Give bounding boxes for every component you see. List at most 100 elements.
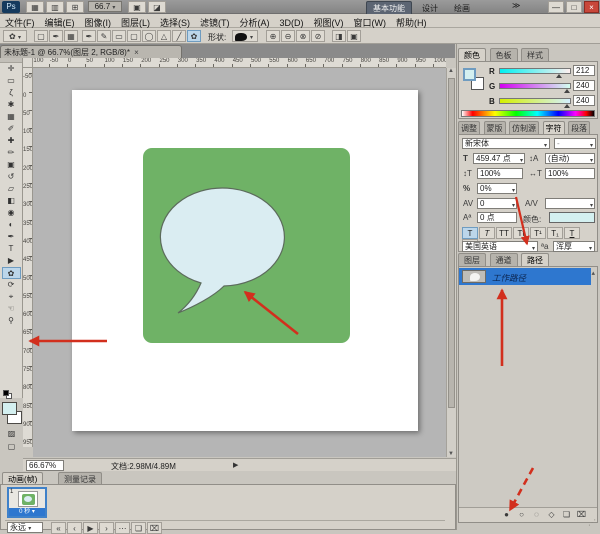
zoom-level-control[interactable]: 66.7 ▾	[88, 1, 122, 12]
ellipse-option[interactable]: ◯	[142, 30, 156, 42]
loop-options-select[interactable]: 永远 ▾	[7, 522, 43, 533]
font-family-select[interactable]: 新宋体 ▾	[462, 138, 550, 149]
gradient-tool[interactable]: ◧	[2, 195, 21, 207]
paths-mode[interactable]: ✒	[49, 30, 63, 42]
vertical-scrollbar[interactable]: ▲ ▼	[446, 68, 456, 457]
panel-foreground-swatch[interactable]	[463, 68, 476, 81]
scroll-up-icon[interactable]: ▲	[448, 68, 454, 74]
pen-tool[interactable]: ✒	[2, 231, 21, 243]
screen-mode-icon[interactable]: ◪	[148, 1, 166, 13]
3d-rotate-tool[interactable]: ⟳	[2, 279, 21, 291]
move-tool[interactable]: ✛	[2, 63, 21, 75]
tab-paths[interactable]: 路径	[521, 253, 549, 267]
tool-preset-picker[interactable]: ✿ ▾	[3, 30, 27, 42]
next-frame-button[interactable]: ›	[99, 522, 114, 534]
style-picker[interactable]: ◨	[332, 30, 346, 42]
crop-tool[interactable]: ▦	[2, 111, 21, 123]
channel-g-value[interactable]: 240	[573, 80, 595, 91]
marquee-tool[interactable]: ▭	[2, 75, 21, 87]
tab-color[interactable]: 颜色	[458, 48, 486, 62]
tween-button[interactable]: ⋯	[115, 522, 130, 534]
kerning-select[interactable]: ▾	[545, 198, 595, 209]
channel-b-thumb[interactable]	[564, 104, 570, 108]
restore-button[interactable]: □	[566, 1, 582, 13]
document-tab[interactable]: 未标题-1 @ 66.7%(图层 2, RGB/8)* ×	[0, 45, 182, 58]
custom-shape-option[interactable]: ✿	[187, 30, 201, 42]
custom-shape-picker[interactable]: ▾	[232, 30, 258, 42]
tab-clone-source[interactable]: 仿制源	[509, 121, 539, 135]
zoom-tool[interactable]: ⚲	[2, 315, 21, 327]
tracking-select[interactable]: 0 ▾	[477, 198, 517, 209]
lasso-tool[interactable]: ζ	[2, 87, 21, 99]
freeform-pen-option[interactable]: ✎	[97, 30, 111, 42]
status-expand-icon[interactable]: ▶	[233, 461, 238, 469]
stroke-path-button[interactable]: ○	[514, 510, 529, 519]
tab-channels[interactable]: 通道	[490, 253, 518, 267]
blur-tool[interactable]: ◉	[2, 207, 21, 219]
language-select[interactable]: 美国英语 ▾	[462, 241, 538, 252]
text-color-swatch[interactable]	[549, 212, 595, 223]
channel-r-value[interactable]: 212	[573, 65, 595, 76]
color-swatch-option[interactable]: ▣	[347, 30, 361, 42]
text-style-button-0[interactable]: T	[462, 227, 478, 239]
default-colors-icon[interactable]	[3, 390, 12, 399]
text-style-button-3[interactable]: Tt	[513, 227, 529, 239]
text-style-button-1[interactable]: T	[479, 227, 495, 239]
text-style-button-4[interactable]: T¹	[530, 227, 546, 239]
text-style-button-5[interactable]: T₁	[547, 227, 563, 239]
rounded-rectangle-option[interactable]: ▢	[127, 30, 141, 42]
type-tool[interactable]: T	[2, 243, 21, 255]
tab-styles[interactable]: 样式	[521, 48, 549, 62]
duplicate-frame-button[interactable]: ❏	[131, 522, 146, 534]
shape-tool[interactable]: ✿	[2, 267, 21, 279]
leading-select[interactable]: (自动) ▾	[545, 153, 595, 164]
tab-swatches[interactable]: 色板	[490, 48, 518, 62]
view-extras-icon[interactable]: ⊞	[66, 1, 84, 13]
channel-b-slider[interactable]	[499, 98, 571, 104]
text-style-button-6[interactable]: T	[564, 227, 580, 239]
new-path-button[interactable]: ❏	[559, 510, 574, 519]
font-style-select[interactable]: - ▾	[554, 138, 596, 149]
color-spectrum-bar[interactable]	[461, 110, 595, 117]
history-brush-tool[interactable]: ↺	[2, 171, 21, 183]
channel-g-thumb[interactable]	[564, 89, 570, 93]
font-size-field[interactable]: 459.47 点 ▾	[473, 153, 525, 164]
tab-layers[interactable]: 图层	[458, 253, 486, 267]
channel-g-slider[interactable]	[499, 83, 571, 89]
eraser-tool[interactable]: ▱	[2, 183, 21, 195]
zoom-percentage-field[interactable]: 66.67%	[26, 460, 64, 471]
vertical-scale-field[interactable]: 100%	[477, 168, 523, 179]
close-tab-icon[interactable]: ×	[134, 48, 139, 57]
delete-path-button[interactable]: ⌧	[574, 510, 589, 519]
path-selection-tool[interactable]: ▶	[2, 255, 21, 267]
rectangle-option[interactable]: ▭	[112, 30, 126, 42]
intersect-shape-area[interactable]: ⊗	[296, 30, 310, 42]
quick-selection-tool[interactable]: ✱	[2, 99, 21, 111]
line-option[interactable]: ╱	[172, 30, 186, 42]
channel-r-thumb[interactable]	[556, 74, 562, 78]
make-work-path-button[interactable]: ◇	[544, 510, 559, 519]
dodge-tool[interactable]: ◐	[2, 219, 21, 231]
fill-path-button[interactable]: ●	[499, 510, 514, 519]
previous-frame-button[interactable]: ‹	[67, 522, 82, 534]
scrollbar-thumb[interactable]	[448, 78, 455, 408]
screen-mode-button[interactable]: ▢	[2, 441, 21, 453]
bridge-icon[interactable]: ▦	[26, 1, 44, 13]
polygon-option[interactable]: △	[157, 30, 171, 42]
work-path-row[interactable]: 工作路径	[459, 268, 591, 285]
quick-mask-button[interactable]: ▨	[2, 428, 21, 440]
healing-brush-tool[interactable]: ✚	[2, 135, 21, 147]
delete-frame-button[interactable]: ⌧	[147, 522, 162, 534]
exclude-shape-area[interactable]: ⊘	[311, 30, 325, 42]
tab-adjustments[interactable]: 调整	[458, 121, 480, 135]
resize-grip[interactable]: ⋰	[588, 518, 598, 528]
foreground-color-swatch[interactable]	[2, 402, 17, 415]
proportional-spacing-select[interactable]: 0% ▾	[477, 183, 517, 194]
tab-character[interactable]: 字符	[543, 121, 565, 135]
text-style-button-2[interactable]: TT	[496, 227, 512, 239]
shape-layers-mode[interactable]: ▢	[34, 30, 48, 42]
channel-b-value[interactable]: 240	[573, 95, 595, 106]
ruler-corner[interactable]	[23, 58, 33, 68]
tab-paragraph[interactable]: 段落	[568, 121, 590, 135]
workspace-overflow-button[interactable]: ≫	[506, 0, 526, 11]
